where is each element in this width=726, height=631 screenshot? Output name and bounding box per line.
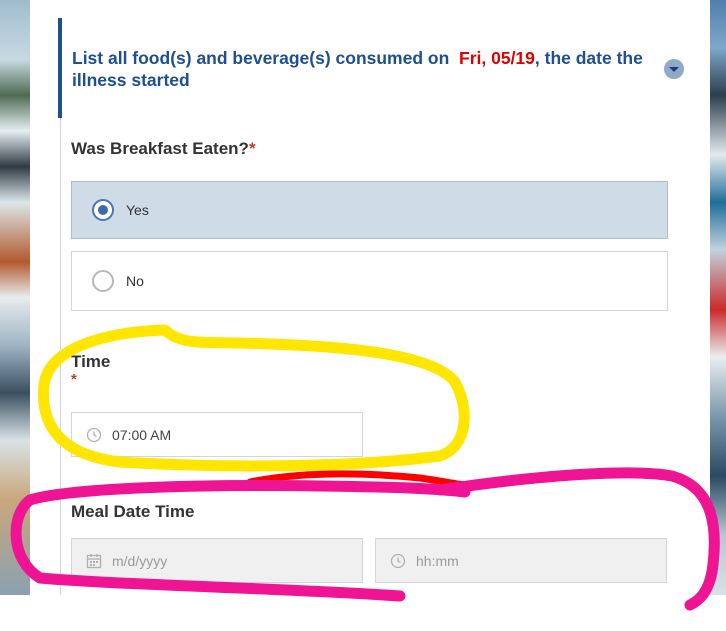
heading-date: Fri, 05/19 — [459, 48, 535, 68]
background-photo-right — [710, 0, 726, 595]
radio-selected-icon[interactable] — [92, 199, 114, 221]
background-photo-left — [0, 0, 30, 595]
heading-text: List all food(s) and beverage(s) consume… — [72, 48, 450, 68]
meal-date-time-label: Meal Date Time — [71, 502, 195, 521]
meal-date-placeholder: m/d/yyyy — [112, 553, 168, 569]
collapse-chevron-icon[interactable] — [664, 59, 684, 79]
clock-icon — [390, 553, 406, 569]
radio-option-no[interactable]: No — [71, 251, 668, 311]
section-heading: List all food(s) and beverage(s) consume… — [72, 47, 652, 91]
breakfast-question-text: Was Breakfast Eaten? — [71, 139, 249, 158]
section-guide-line — [60, 118, 61, 595]
meal-time-input[interactable]: hh:mm — [375, 538, 667, 583]
time-required-mark: * — [71, 371, 77, 388]
clock-icon — [86, 427, 102, 443]
breakfast-question-label: Was Breakfast Eaten?* — [71, 139, 256, 159]
time-value: 07:00 AM — [112, 427, 172, 443]
radio-option-yes[interactable]: Yes — [71, 181, 668, 239]
radio-unselected-icon[interactable] — [92, 270, 114, 292]
time-input[interactable]: 07:00 AM — [71, 412, 363, 457]
time-label: Time — [71, 352, 111, 371]
radio-label-yes: Yes — [126, 202, 149, 218]
required-mark: * — [248, 139, 256, 158]
meal-date-input[interactable]: m/d/yyyy — [71, 538, 363, 583]
section-accent-bar — [58, 18, 62, 118]
calendar-icon — [86, 554, 102, 569]
meal-time-placeholder: hh:mm — [416, 553, 459, 569]
radio-label-no: No — [126, 273, 144, 289]
